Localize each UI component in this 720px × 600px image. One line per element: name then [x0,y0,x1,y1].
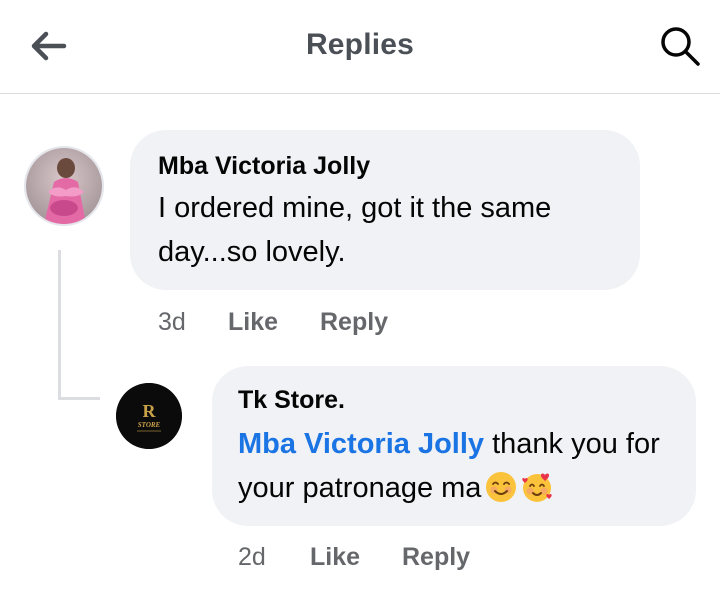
thread-connector-branch [58,397,100,400]
like-button[interactable]: Like [310,543,360,572]
reply-button[interactable]: Reply [320,308,388,337]
comment-text: Mba Victoria Jolly thank you for your pa… [238,422,688,510]
smiling-face-with-hearts-icon [522,473,553,502]
like-button[interactable]: Like [228,308,278,337]
avatar[interactable]: R STORE [116,383,182,449]
page-title: Replies [305,28,415,61]
comment-bubble: Mba Victoria Jolly I ordered mine, got i… [130,130,640,290]
search-button[interactable] [658,24,702,68]
logo-text: STORE [138,421,161,429]
smiling-face-icon [486,472,517,502]
thread-connector-line [58,250,61,400]
profile-photo [26,148,102,224]
reply-button[interactable]: Reply [402,543,470,572]
comment-author[interactable]: Mba Victoria Jolly [158,152,370,181]
avatar[interactable] [24,146,104,226]
tk-store-logo: R STORE [116,383,182,449]
logo-mark: R [143,401,157,421]
search-icon [661,27,700,66]
comment-timestamp[interactable]: 3d [158,308,186,337]
comment-text: I ordered mine, got it the same day...so… [158,192,552,268]
reply-bubble: Tk Store. Mba Victoria Jolly thank you f… [212,366,696,526]
comment-timestamp[interactable]: 2d [238,543,266,572]
mention-link[interactable]: Mba Victoria Jolly [238,428,484,460]
comment-author[interactable]: Tk Store. [238,386,345,415]
top-bar: Replies [0,0,720,94]
